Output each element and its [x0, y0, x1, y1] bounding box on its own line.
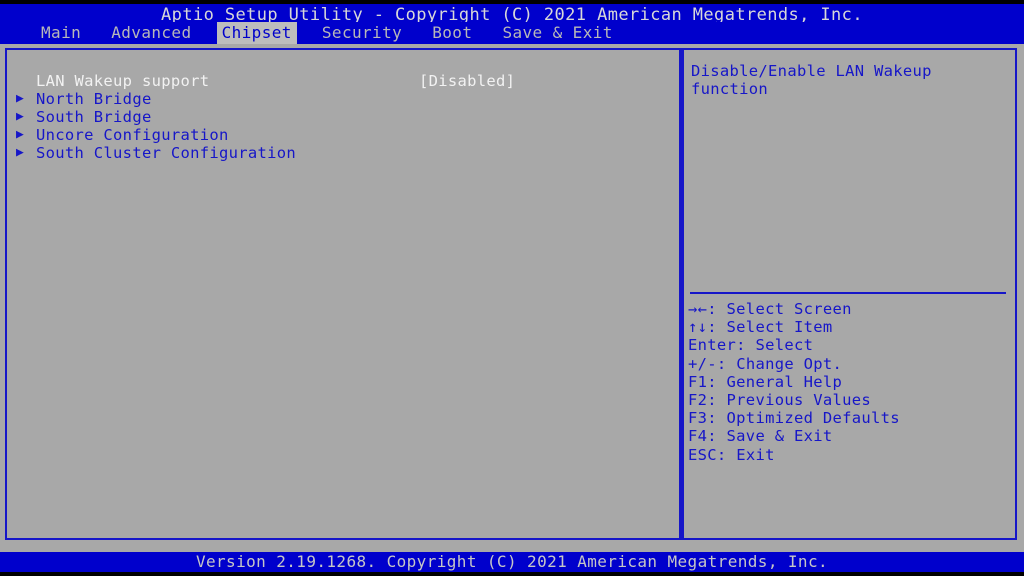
menu-tab-gap [297, 22, 317, 44]
setting-label: South Cluster Configuration [36, 144, 297, 162]
navigation-key-legend: →←: Select Screen ↑↓: Select Item Enter: S… [688, 300, 1010, 464]
help-divider [690, 292, 1006, 294]
nav-key-separator: : [707, 390, 717, 409]
nav-key-glyph: F3 [688, 409, 708, 428]
nav-key-space [727, 446, 737, 464]
nav-key-action: Select Item [726, 318, 833, 337]
nav-key-row: F1: General Help [688, 373, 1010, 391]
menu-tab-boot[interactable]: Boot [427, 22, 477, 44]
submenu-item[interactable]: ▶ South Bridge [7, 108, 679, 126]
nav-key-row: ↑↓: Select Item [688, 318, 1010, 336]
nav-key-separator: : [716, 445, 727, 464]
menu-tab-chipset[interactable]: Chipset [216, 22, 297, 44]
setting-label: LAN Wakeup support [36, 72, 210, 90]
nav-key-action: Change Opt. [736, 354, 843, 373]
setting-value[interactable]: [Disabled] [419, 72, 515, 90]
nav-key-separator: : [707, 427, 717, 446]
setting-item[interactable]: LAN Wakeup support [Disabled] [7, 72, 679, 90]
submenu-item[interactable]: ▶ South Cluster Configuration [7, 144, 679, 162]
menu-tab-gap [407, 22, 427, 44]
nav-key-action: Optimized Defaults [726, 409, 900, 428]
menu-tab-gap [477, 22, 497, 44]
nav-key-space [727, 355, 737, 373]
nav-key-row: ESC: Exit [688, 446, 1010, 464]
settings-panel: LAN Wakeup support [Disabled] ▶ North Bridg… [5, 48, 681, 540]
settings-list: LAN Wakeup support [Disabled] ▶ North Bridg… [7, 72, 679, 162]
setting-label: North Bridge [36, 90, 152, 108]
help-description: Disable/Enable LAN Wakeup function [691, 62, 932, 98]
nav-key-action: Select [755, 336, 814, 355]
nav-key-separator: : [707, 318, 717, 337]
nav-key-space [717, 373, 727, 391]
nav-key-action: Exit [736, 445, 775, 464]
nav-key-row: F4: Save & Exit [688, 427, 1010, 445]
submenu-arrow-icon: ▶ [16, 91, 25, 106]
help-panel: Disable/Enable LAN Wakeup function →←: S… [681, 48, 1017, 540]
nav-key-row: F2: Previous Values [688, 391, 1010, 409]
nav-key-action: Select Screen [726, 300, 852, 318]
nav-key-action: Previous Values [726, 390, 872, 409]
nav-key-glyph: ↑↓ [688, 318, 708, 337]
nav-key-separator: : [707, 300, 717, 318]
version-footer: Version 2.19.1268. Copyright (C) 2021 Am… [0, 552, 1024, 572]
nav-key-glyph: +/- [688, 354, 717, 373]
nav-key-row: →←: Select Screen [688, 300, 1010, 318]
nav-key-space [717, 391, 727, 409]
submenu-arrow-icon: ▶ [16, 127, 25, 142]
nav-key-separator: : [707, 409, 717, 428]
nav-key-space [717, 409, 727, 427]
nav-key-glyph: F4 [688, 427, 708, 446]
nav-key-glyph: Enter [688, 336, 737, 355]
nav-key-row: +/-: Change Opt. [688, 355, 1010, 373]
menu-tab-gap [86, 22, 106, 44]
nav-key-glyph: F2 [688, 390, 708, 409]
setting-label: Uncore Configuration [36, 126, 229, 144]
nav-key-action: General Help [726, 372, 843, 391]
submenu-arrow-icon: ▶ [16, 109, 25, 124]
nav-key-space [717, 318, 727, 336]
nav-key-space [717, 300, 727, 318]
menu-tab-bar: Main Advanced Chipset Security Boot Save… [0, 22, 1024, 44]
submenu-item[interactable]: ▶ Uncore Configuration [7, 126, 679, 144]
nav-key-glyph: ESC [688, 445, 717, 464]
menu-tab-gap [196, 22, 216, 44]
nav-key-separator: : [707, 372, 717, 391]
setting-label: South Bridge [36, 108, 152, 126]
bios-setup-screen: Aptio Setup Utility - Copyright (C) 2021… [0, 0, 1024, 576]
menu-tab-main[interactable]: Main [36, 22, 86, 44]
nav-key-glyph: F1 [688, 372, 708, 391]
nav-key-separator: : [716, 354, 727, 373]
menu-tab-save-exit[interactable]: Save & Exit [497, 22, 617, 44]
nav-key-space [717, 427, 727, 445]
menu-tab-security[interactable]: Security [317, 22, 407, 44]
nav-key-separator: : [736, 336, 746, 355]
nav-key-row: Enter: Select [688, 336, 1010, 354]
nav-key-glyph: →← [688, 300, 708, 318]
submenu-item[interactable]: ▶ North Bridge [7, 90, 679, 108]
submenu-arrow-icon: ▶ [16, 145, 25, 160]
nav-key-space [746, 336, 756, 354]
menu-tab-advanced[interactable]: Advanced [106, 22, 196, 44]
content-frame: LAN Wakeup support [Disabled] ▶ North Bridg… [5, 48, 1017, 540]
nav-key-action: Save & Exit [726, 427, 833, 446]
nav-key-row: F3: Optimized Defaults [688, 409, 1010, 427]
